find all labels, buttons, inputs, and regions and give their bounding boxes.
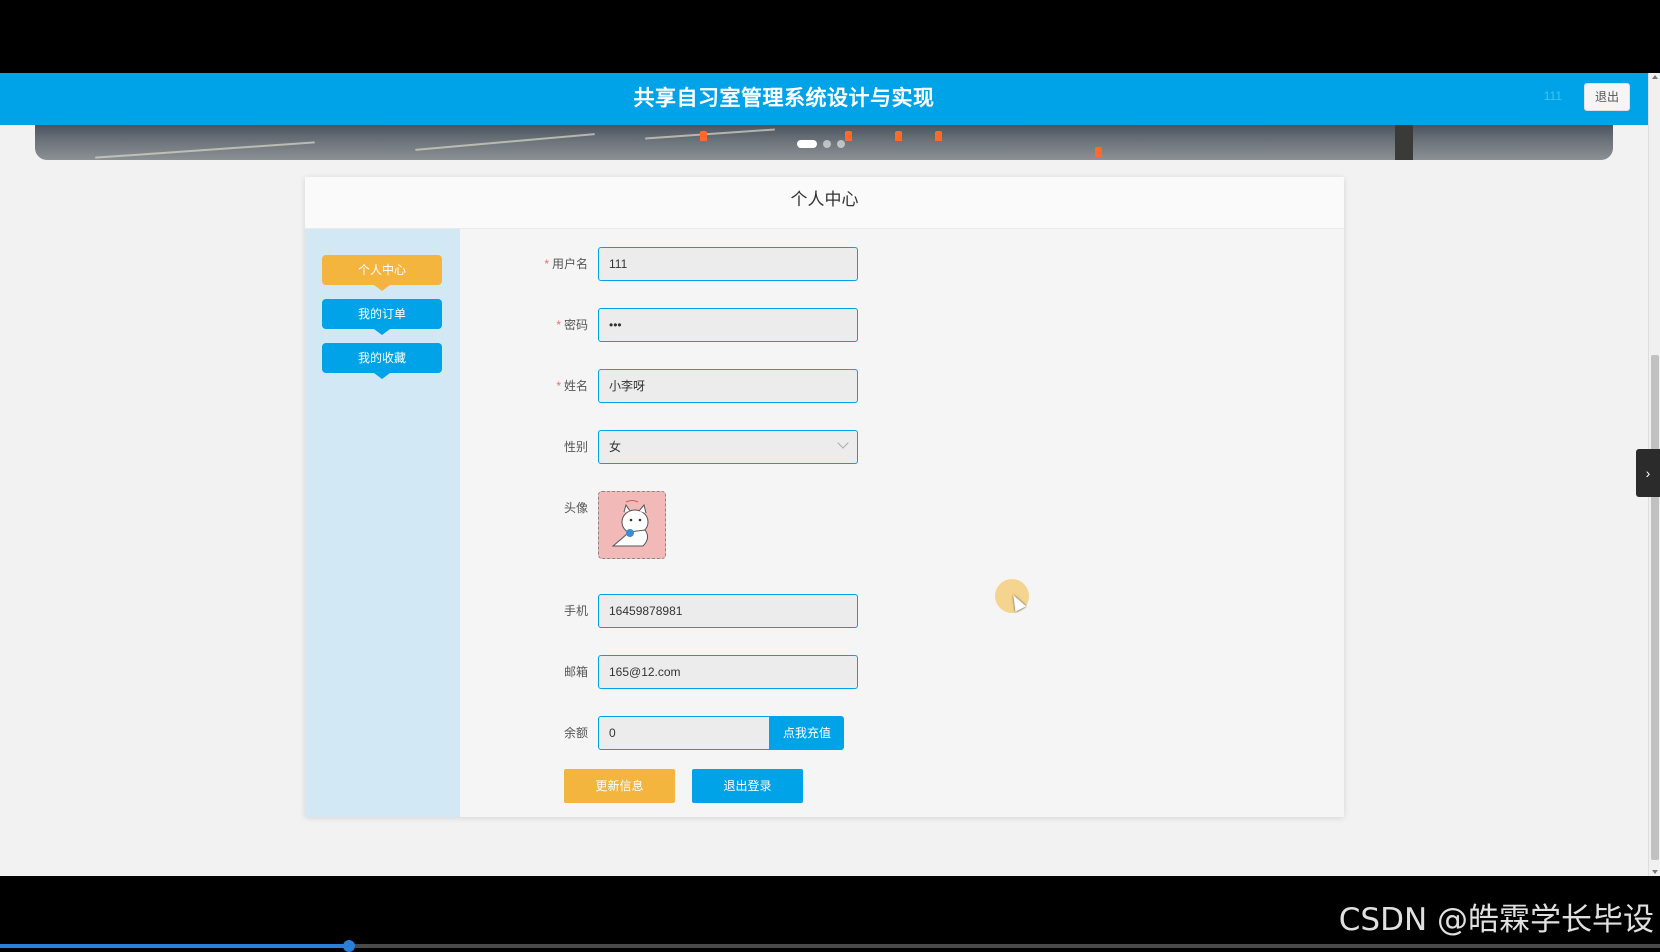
- avatar-image: [599, 492, 665, 558]
- gender-select-value: 女: [609, 440, 622, 454]
- email-input[interactable]: 165@12.com: [598, 655, 858, 689]
- chevron-down-icon: [837, 437, 849, 449]
- site-title: 共享自习室管理系统设计与实现: [633, 87, 935, 110]
- avatar-label: 头像: [563, 501, 588, 515]
- sidebar-item-personal-center[interactable]: 个人中心: [322, 255, 442, 291]
- password-input[interactable]: •••: [598, 308, 858, 342]
- password-label-text: 密码: [563, 318, 588, 332]
- password-row: * 密码 •••: [460, 308, 860, 342]
- page-title: 个人中心: [305, 177, 1344, 229]
- csdn-watermark: CSDN @皓霖学长毕设: [1338, 902, 1654, 938]
- carousel-dot[interactable]: [837, 140, 845, 148]
- phone-input[interactable]: 16459878981: [598, 594, 858, 628]
- sidebar-item-label: 我的收藏: [357, 351, 406, 365]
- name-label: * 姓名: [556, 369, 588, 403]
- header-logout-button[interactable]: 退出: [1584, 83, 1630, 111]
- update-info-button[interactable]: 更新信息: [564, 769, 675, 803]
- scroll-up-icon[interactable]: [1652, 75, 1658, 79]
- top-header: 共享自习室管理系统设计与实现 111 退出: [0, 73, 1648, 125]
- username-label-text: 用户名: [551, 257, 588, 271]
- logout-account-button[interactable]: 退出登录: [692, 769, 803, 803]
- sidebar-item-my-favorites[interactable]: 我的收藏: [322, 343, 442, 379]
- avatar-upload[interactable]: [598, 491, 666, 559]
- current-username: 111: [1543, 89, 1562, 103]
- recharge-button[interactable]: 点我充值: [770, 716, 844, 750]
- street-pole: [1395, 125, 1413, 160]
- email-label: 邮箱: [563, 665, 588, 679]
- name-input[interactable]: 小李呀: [598, 369, 858, 403]
- phone-row: 手机 16459878981: [460, 594, 860, 628]
- sidebar-item-label: 我的订单: [357, 307, 406, 321]
- traffic-cone: [935, 131, 942, 141]
- balance-row: 余额 0 点我充值: [460, 716, 860, 750]
- name-row: * 姓名 小李呀: [460, 369, 860, 403]
- gender-label: 性别: [563, 440, 588, 454]
- sidebar-item-pointer: [374, 329, 390, 335]
- password-label: * 密码: [556, 308, 588, 342]
- video-progress-bar[interactable]: [0, 940, 1660, 952]
- road-marking: [415, 133, 595, 151]
- gender-row: 性别 女: [460, 430, 860, 464]
- username-input[interactable]: 111: [598, 247, 858, 281]
- personal-center-card: 个人中心 个人中心 我的订单 我的收藏 * 用户名 111 * 密码 ••• *…: [305, 177, 1344, 817]
- avatar-row: 头像: [460, 491, 860, 559]
- video-progress-fill: [0, 944, 349, 948]
- video-progress-knob[interactable]: [342, 940, 355, 952]
- traffic-cone: [700, 131, 707, 141]
- sidebar-item-pointer: [374, 373, 390, 379]
- sidebar-item-pointer: [374, 285, 390, 291]
- balance-input[interactable]: 0: [598, 716, 770, 750]
- carousel-dot[interactable]: [823, 140, 831, 148]
- chevron-right-icon: ›: [1645, 465, 1651, 481]
- sidebar-item-my-orders[interactable]: 我的订单: [322, 299, 442, 335]
- required-mark: *: [556, 379, 561, 393]
- sidebar-item-label: 个人中心: [357, 263, 406, 277]
- carousel-indicators: [797, 140, 845, 148]
- traffic-cone: [845, 131, 852, 141]
- scrollbar-thumb[interactable]: [1651, 355, 1659, 860]
- balance-label: 余额: [563, 726, 588, 740]
- email-row: 邮箱 165@12.com: [460, 655, 860, 689]
- road-marking: [645, 128, 775, 140]
- phone-label: 手机: [563, 604, 588, 618]
- gender-select[interactable]: 女: [598, 430, 858, 464]
- traffic-cone: [1095, 147, 1102, 157]
- banner-carousel[interactable]: [35, 125, 1613, 160]
- traffic-cone: [895, 131, 902, 141]
- sidebar: 个人中心 我的订单 我的收藏: [305, 229, 460, 817]
- name-label-text: 姓名: [563, 379, 588, 393]
- username-label: * 用户名: [544, 247, 588, 281]
- carousel-dot[interactable]: [797, 140, 817, 148]
- browser-viewport: 共享自习室管理系统设计与实现 111 退出 个人中心 个人中心 我的订单 我的收…: [0, 73, 1660, 876]
- username-row: * 用户名 111: [460, 247, 860, 281]
- side-panel-toggle[interactable]: ›: [1636, 449, 1660, 497]
- required-mark: *: [556, 318, 561, 332]
- road-marking: [95, 141, 315, 159]
- profile-form: * 用户名 111 * 密码 ••• * 姓名 小李呀 性别 女 头像 手机 1…: [460, 229, 1344, 817]
- required-mark: *: [544, 257, 549, 271]
- scroll-down-icon[interactable]: [1652, 870, 1658, 874]
